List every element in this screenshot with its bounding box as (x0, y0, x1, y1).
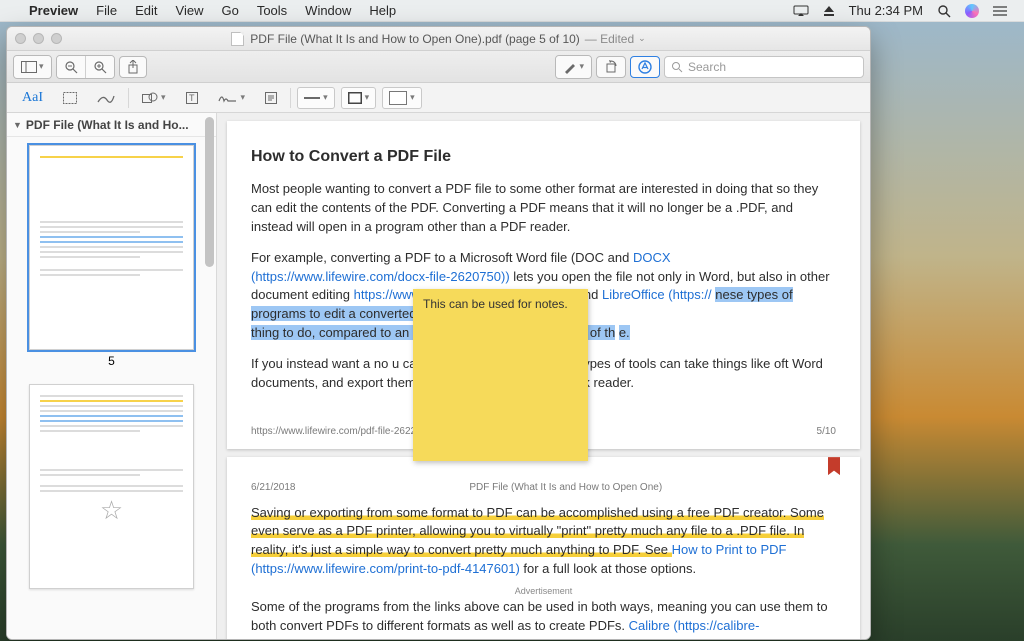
traffic-lights[interactable] (15, 33, 62, 44)
minimize-window[interactable] (33, 33, 44, 44)
paragraph: Saving or exporting from some format to … (251, 504, 836, 579)
app-name[interactable]: Preview (20, 3, 87, 18)
search-placeholder: Search (688, 60, 726, 74)
sign-tool[interactable]: ▾ (211, 87, 253, 109)
eject-icon[interactable] (816, 5, 842, 17)
zoom-out-button[interactable] (57, 56, 86, 78)
chevron-down-icon: ▾ (323, 92, 328, 103)
page-date: 6/21/2018 (251, 481, 296, 496)
fill-swatch (389, 91, 407, 105)
shapes-tool[interactable]: ▾ (135, 87, 173, 109)
divider (290, 88, 291, 108)
menu-view[interactable]: View (167, 3, 213, 18)
thumbnails-sidebar: ▼ PDF File (What It Is and Ho... 5 (7, 113, 217, 639)
svg-text:T: T (189, 93, 195, 103)
page-thumbnail-5[interactable] (29, 145, 194, 350)
menu-window[interactable]: Window (296, 3, 360, 18)
sidebar-header[interactable]: ▼ PDF File (What It Is and Ho... (7, 113, 216, 137)
mac-menubar: Preview File Edit View Go Tools Window H… (0, 0, 1024, 22)
markup-toggle-button[interactable] (630, 56, 660, 78)
fill-color-tool[interactable]: ▾ (382, 87, 422, 109)
chevron-down-icon: ▾ (39, 61, 44, 72)
page-thumbnail-6[interactable]: ☆ (29, 384, 194, 589)
zoom-in-button[interactable] (86, 56, 114, 78)
notification-center-icon[interactable] (986, 5, 1014, 17)
text-selection-tool[interactable]: AaI (15, 87, 50, 109)
page-heading: How to Convert a PDF File (251, 145, 836, 168)
sidebar-title: PDF File (What It Is and Ho... (26, 118, 189, 132)
window-titlebar[interactable]: PDF File (What It Is and How to Open One… (7, 27, 870, 51)
note-tool[interactable] (258, 87, 284, 109)
menu-tools[interactable]: Tools (248, 3, 296, 18)
menubar-clock[interactable]: Thu 2:34 PM (842, 3, 930, 18)
disclosure-triangle-icon[interactable]: ▼ (13, 120, 22, 130)
menu-help[interactable]: Help (360, 3, 405, 18)
page-header-title: PDF File (What It Is and How to Open One… (469, 481, 662, 496)
sidebar-scrollbar[interactable] (205, 117, 214, 267)
edited-indicator: — Edited (585, 32, 634, 46)
thumbnail-label: 5 (108, 354, 115, 368)
zoom-window[interactable] (51, 33, 62, 44)
window-title: PDF File (What It Is and How to Open One… (250, 32, 579, 46)
paragraph: Most people wanting to convert a PDF fil… (251, 180, 836, 237)
close-window[interactable] (15, 33, 26, 44)
sidebar-view-button[interactable]: ▾ (14, 56, 51, 78)
rect-selection-tool[interactable] (56, 87, 84, 109)
rotate-button[interactable] (596, 56, 626, 78)
spotlight-icon[interactable] (930, 4, 958, 18)
search-field[interactable]: Search (664, 56, 864, 78)
chevron-down-icon: ▾ (241, 92, 246, 103)
chevron-down-icon: ▾ (161, 92, 166, 103)
star-annotation-icon: ☆ (100, 495, 123, 526)
menu-go[interactable]: Go (212, 3, 247, 18)
selected-text: e. (619, 325, 630, 340)
divider (128, 88, 129, 108)
share-button[interactable] (119, 56, 147, 78)
chevron-down-icon: ▾ (365, 92, 370, 103)
document-proxy-icon[interactable] (231, 32, 244, 46)
advertisement-label: Advertisement (251, 585, 836, 598)
highlight-button[interactable]: ▾ (556, 56, 591, 78)
markup-toolbar: AaI ▾ T ▾ ▾ ▾ ▾ (7, 83, 870, 113)
link-libreoffice[interactable]: LibreOffice (https:// (602, 287, 712, 302)
menu-edit[interactable]: Edit (126, 3, 166, 18)
pdf-page-6: 6/21/2018 PDF File (What It Is and How t… (227, 457, 860, 639)
title-dropdown-icon[interactable]: ⌄ (638, 33, 646, 44)
search-icon (671, 61, 683, 73)
chevron-down-icon: ▾ (410, 92, 415, 103)
sketch-tool[interactable] (90, 87, 122, 109)
footer-url: https://www.lifewire.com/pdf-file-262291… (251, 425, 433, 440)
border-width-tool[interactable]: ▾ (297, 87, 335, 109)
sticky-note[interactable]: This can be used for notes. (413, 289, 588, 461)
page-number: 5/10 (817, 425, 836, 440)
siri-icon[interactable] (958, 4, 986, 18)
menu-file[interactable]: File (87, 3, 126, 18)
sticky-note-text: This can be used for notes. (423, 297, 568, 311)
bookmark-icon[interactable] (828, 457, 840, 475)
paragraph: Some of the programs from the links abov… (251, 598, 836, 639)
preview-window: PDF File (What It Is and How to Open One… (6, 26, 871, 640)
border-color-tool[interactable]: ▾ (341, 87, 377, 109)
text-tool[interactable]: T (179, 87, 205, 109)
chevron-down-icon: ▾ (579, 61, 584, 72)
airplay-icon[interactable] (786, 5, 816, 17)
main-toolbar: ▾ ▾ Search (7, 51, 870, 83)
